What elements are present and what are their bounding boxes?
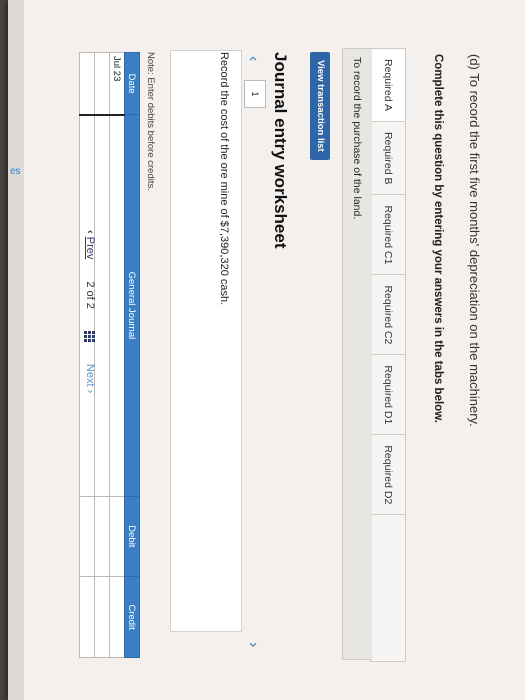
prev-button[interactable]: ‹ Prev bbox=[84, 230, 96, 259]
bottom-pagination: ‹ Prev 2 of 2 Next › bbox=[84, 230, 96, 393]
header-credit: Credit bbox=[124, 576, 140, 658]
left-edge-text: es bbox=[10, 166, 21, 177]
worksheet-title: Journal entry worksheet bbox=[271, 52, 290, 249]
journal-header-row: Date General Journal Debit Credit bbox=[124, 52, 140, 658]
date-cell[interactable] bbox=[79, 52, 95, 115]
credit-input[interactable] bbox=[94, 576, 110, 658]
next-label: Next bbox=[84, 363, 96, 387]
tab-required-d2[interactable]: Required D2 bbox=[371, 435, 405, 516]
instruction-text: Complete this question by entering your … bbox=[432, 54, 444, 423]
grid-icon[interactable] bbox=[84, 330, 96, 342]
chevron-right-icon[interactable]: › bbox=[244, 642, 262, 647]
note-text: Note: Enter debits before credits. bbox=[145, 52, 156, 191]
rotated-content: (d) To record the first five months' dep… bbox=[68, 30, 488, 670]
account-input[interactable] bbox=[94, 114, 110, 496]
tab-required-c1[interactable]: Required C1 bbox=[371, 195, 405, 276]
tab-panel-description: To record the purchase of the land. bbox=[342, 48, 372, 660]
instruction-box bbox=[170, 50, 242, 632]
table-row: Jul 23 bbox=[109, 52, 125, 658]
chevron-right-icon: › bbox=[84, 389, 96, 394]
tab-required-d1[interactable]: Required D1 bbox=[371, 355, 405, 436]
header-general-journal: General Journal bbox=[124, 114, 140, 496]
left-edge-panel: es bbox=[8, 0, 24, 700]
debit-input[interactable] bbox=[94, 496, 110, 577]
page-count: 2 of 2 bbox=[84, 281, 96, 309]
header-debit: Debit bbox=[124, 496, 140, 577]
date-cell[interactable] bbox=[94, 52, 110, 115]
debit-input[interactable] bbox=[109, 496, 125, 577]
page-number[interactable]: 1 bbox=[244, 80, 266, 108]
tab-required-b[interactable]: Required B bbox=[371, 121, 405, 196]
debit-input[interactable] bbox=[79, 496, 95, 577]
date-cell[interactable]: Jul 23 bbox=[109, 52, 125, 115]
credit-input[interactable] bbox=[79, 576, 95, 658]
worksheet-instruction: Record the cost of the ore mine of $7,39… bbox=[218, 52, 230, 306]
view-transaction-list-button[interactable]: View transaction list bbox=[310, 52, 330, 160]
next-button[interactable]: Next › bbox=[84, 364, 96, 393]
prev-label: Prev bbox=[84, 236, 96, 260]
tab-required-a[interactable]: Required A bbox=[371, 49, 405, 122]
table-row bbox=[94, 52, 110, 658]
chevron-left-icon[interactable]: ‹ bbox=[244, 56, 262, 61]
credit-input[interactable] bbox=[109, 576, 125, 658]
question-line: (d) To record the first five months' dep… bbox=[467, 54, 482, 427]
screen: es (d) To record the first five months' … bbox=[8, 0, 525, 700]
header-date: Date bbox=[124, 52, 140, 115]
tab-required-c2[interactable]: Required C2 bbox=[371, 275, 405, 356]
account-input[interactable] bbox=[109, 114, 125, 496]
tab-bar: Required A Required B Required C1 Requir… bbox=[370, 48, 406, 662]
chevron-left-icon: ‹ bbox=[84, 230, 96, 234]
